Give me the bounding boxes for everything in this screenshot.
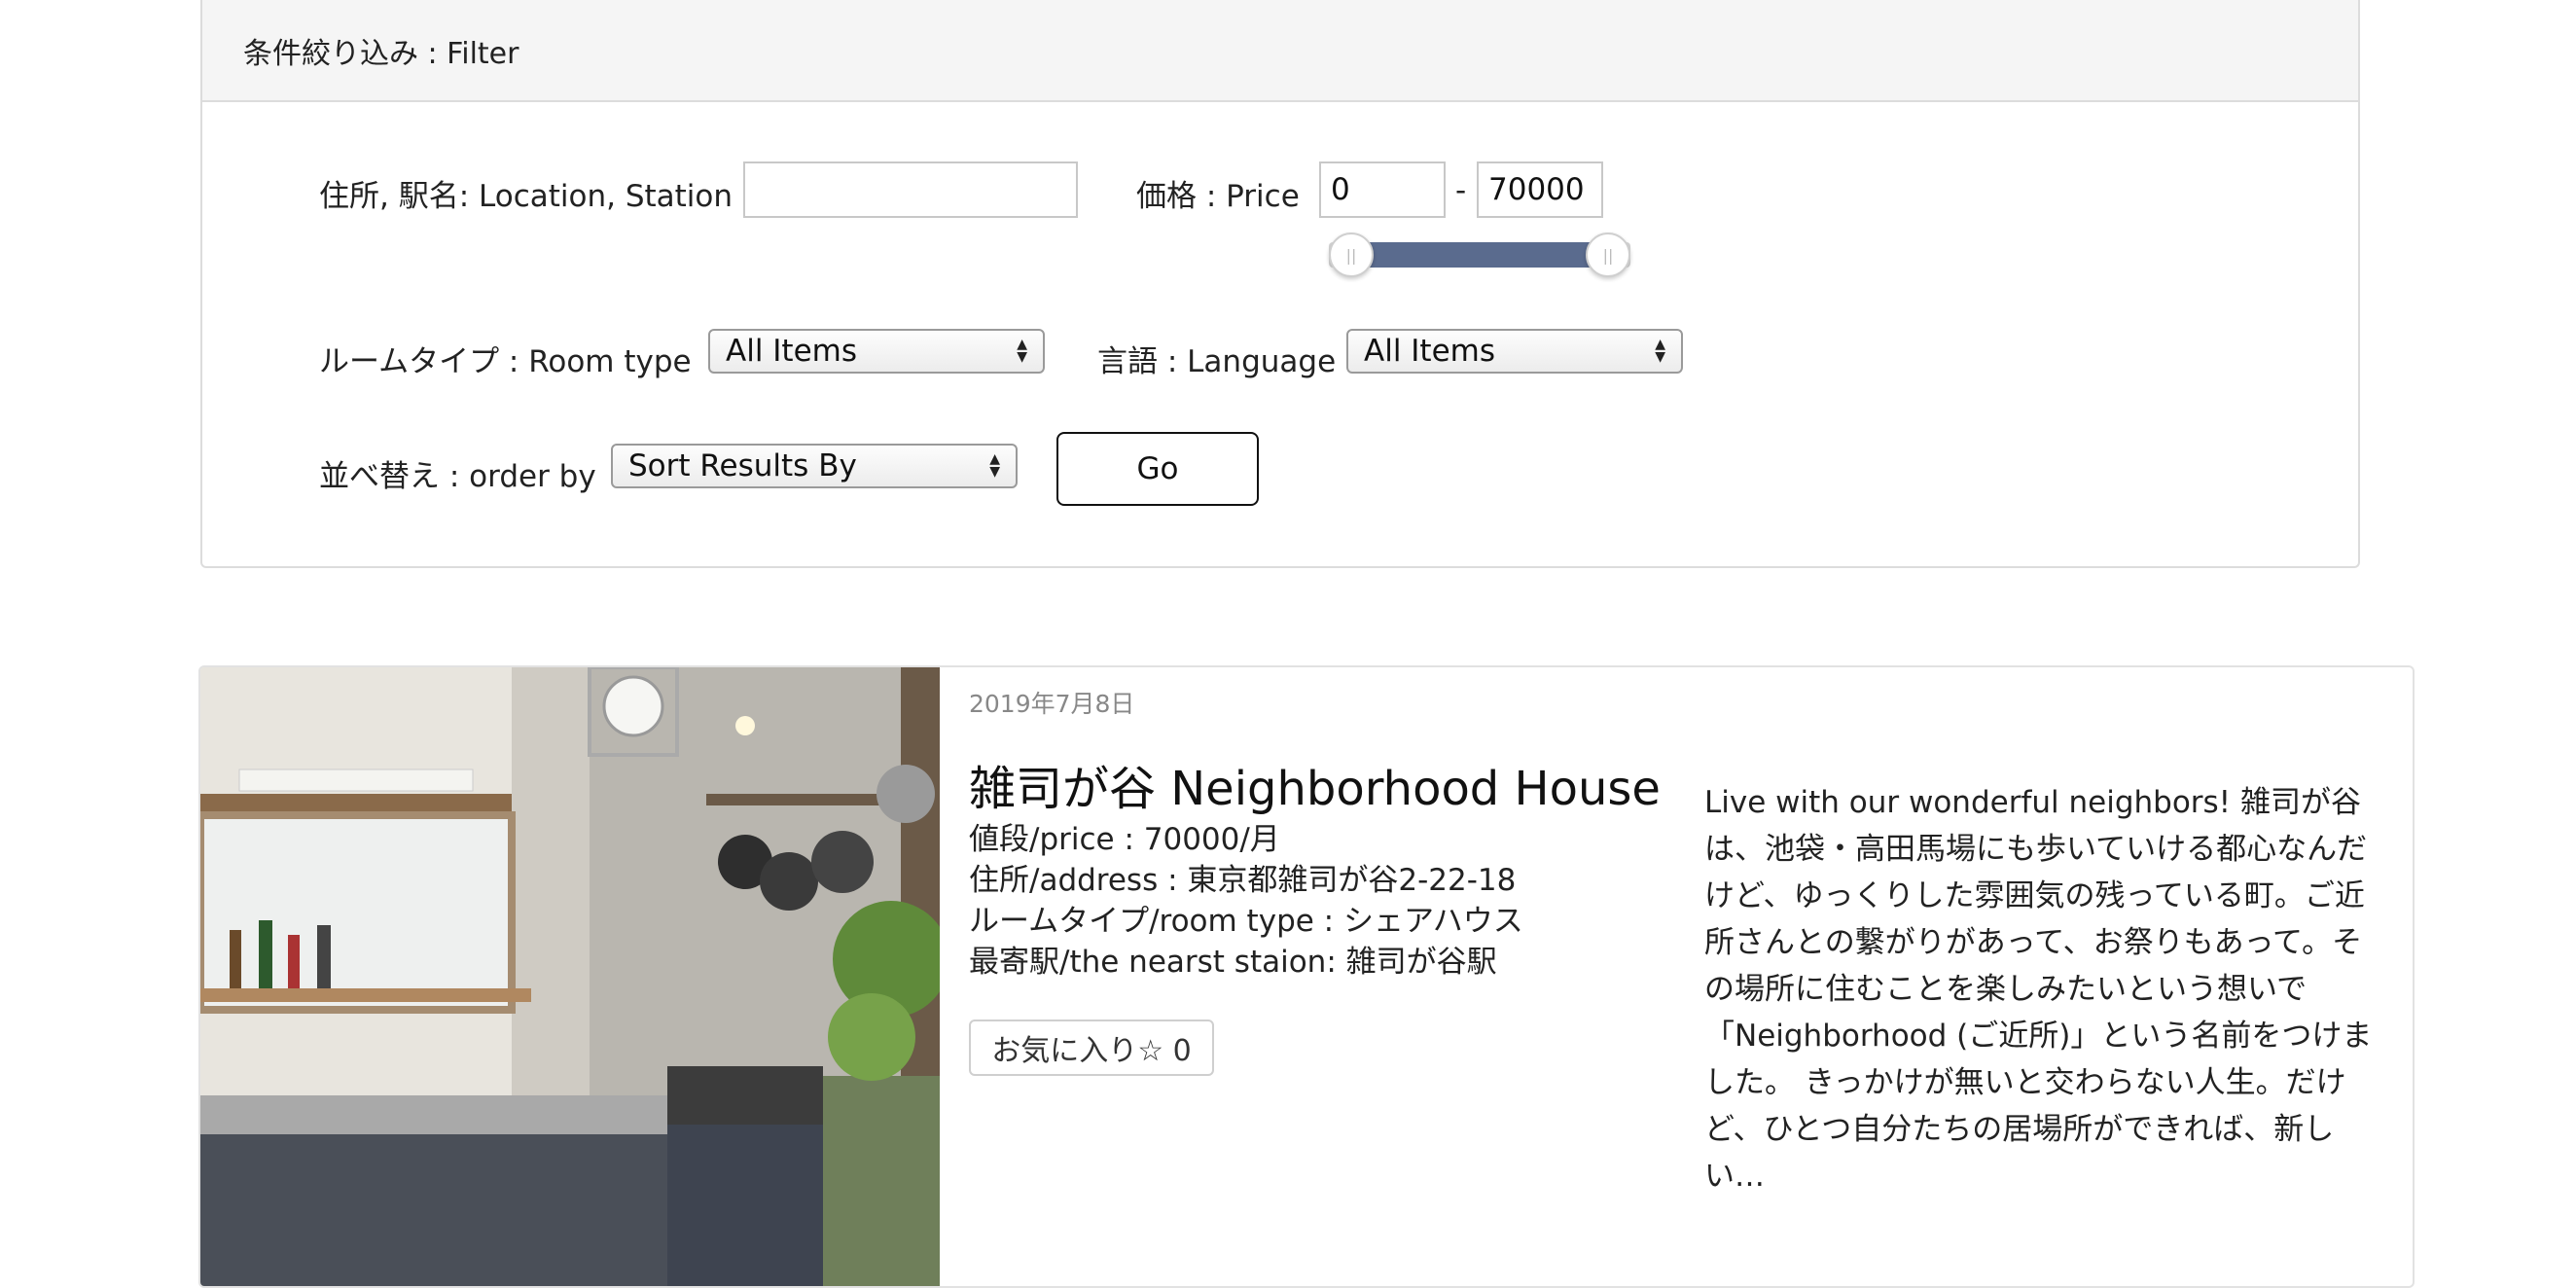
order-by-select-value: Sort Results By bbox=[628, 448, 857, 483]
price-max-input[interactable] bbox=[1477, 161, 1603, 218]
listing-price: 値段/price : 70000/月 bbox=[969, 822, 1280, 857]
select-arrows-icon: ▲ ▼ bbox=[1655, 337, 1665, 365]
listing-room-type: ルームタイプ/room type : シェアハウス bbox=[969, 904, 1523, 939]
location-input[interactable] bbox=[743, 161, 1078, 218]
language-select[interactable]: All Items ▲ ▼ bbox=[1346, 329, 1683, 374]
location-label: 住所, 駅名: Location, Station bbox=[319, 179, 733, 214]
language-label: 言語 : Language bbox=[1097, 344, 1337, 379]
filter-title: 条件絞り込み : Filter bbox=[243, 36, 519, 71]
select-arrows-icon: ▲ ▼ bbox=[1017, 337, 1027, 365]
listing-station: 最寄駅/the nearst staion: 雑司が谷駅 bbox=[969, 945, 1497, 980]
favorite-button[interactable]: お気に入り☆ 0 bbox=[969, 1020, 1214, 1076]
price-min-input[interactable] bbox=[1319, 161, 1446, 218]
price-slider-range bbox=[1351, 242, 1608, 268]
price-slider-max-handle[interactable]: || bbox=[1586, 233, 1630, 277]
go-button[interactable]: Go bbox=[1056, 432, 1259, 506]
room-type-select[interactable]: All Items ▲ ▼ bbox=[708, 329, 1045, 374]
price-label: 価格 : Price bbox=[1136, 179, 1300, 214]
select-arrows-icon: ▲ ▼ bbox=[989, 451, 1000, 480]
room-type-label: ルームタイプ : Room type bbox=[319, 344, 692, 379]
language-select-value: All Items bbox=[1364, 334, 1496, 369]
listing-description: Live with our wonderful neighbors! 雑司が谷は… bbox=[1704, 785, 2373, 1194]
price-range-slider[interactable]: || || bbox=[1329, 233, 1630, 277]
kitchen-photo bbox=[200, 667, 940, 1286]
listing-card[interactable]: 2019年7月8日 雑司が谷 Neighborhood House 値段/pri… bbox=[198, 665, 2415, 1288]
listing-date: 2019年7月8日 bbox=[969, 690, 1135, 718]
listing-photo[interactable] bbox=[200, 667, 940, 1286]
room-type-select-value: All Items bbox=[726, 334, 858, 369]
order-by-label: 並べ替え : order by bbox=[319, 459, 596, 494]
price-slider-min-handle[interactable]: || bbox=[1329, 233, 1374, 277]
price-separator: - bbox=[1455, 173, 1467, 208]
listing-title[interactable]: 雑司が谷 Neighborhood House bbox=[969, 750, 1661, 818]
filter-header: 条件絞り込み : Filter bbox=[202, 0, 2358, 102]
order-by-select[interactable]: Sort Results By ▲ ▼ bbox=[611, 444, 1018, 488]
listing-address: 住所/address : 東京都雑司が谷2-22-18 bbox=[969, 863, 1517, 898]
filter-panel: 条件絞り込み : Filter 住所, 駅名: Location, Statio… bbox=[200, 0, 2360, 568]
